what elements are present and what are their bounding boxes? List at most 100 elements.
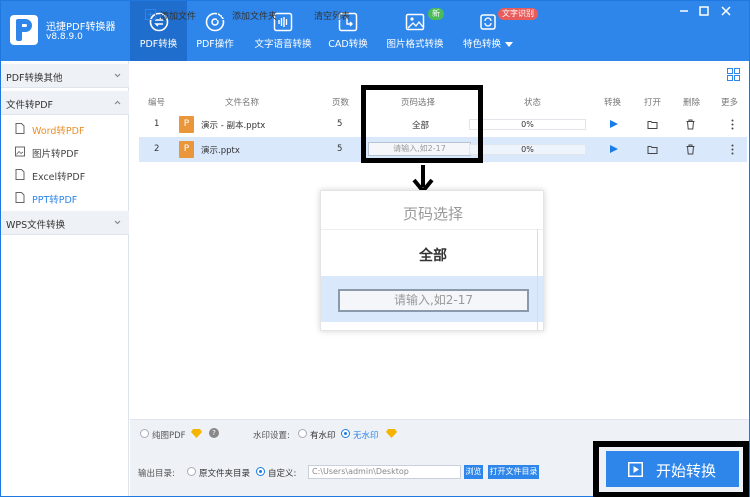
col-index: 编号 (148, 98, 166, 108)
open-folder-icon[interactable] (647, 144, 658, 155)
nav-label: PDF操作 (196, 39, 234, 50)
nav-label: 特色转换 (459, 36, 517, 50)
open-folder-button[interactable]: 打开文件目录 (488, 465, 539, 479)
chevron-down-icon (114, 73, 121, 78)
progress-bar: 0% (469, 144, 586, 155)
ppt-file-icon: P (179, 141, 194, 158)
pure-image-pdf-label: 纯图PDF (152, 431, 186, 441)
sidebar-item-ppt-to-pdf[interactable]: PPT转PDF (1, 186, 129, 209)
row-pages: 5 (337, 119, 343, 129)
zoom-page-input: 请输入,如2-17 (338, 289, 529, 312)
presentation-icon (15, 192, 25, 203)
col-open: 打开 (644, 98, 662, 108)
ocr-badge: 文字识别 (498, 8, 538, 20)
convert-play-icon[interactable] (610, 145, 618, 153)
sidebar-group-wps[interactable]: WPS文件转换 (1, 211, 129, 235)
sidebar-item-label: Word转PDF (32, 126, 85, 137)
nav-label: 图片格式转换 (386, 39, 444, 50)
image-icon (405, 13, 425, 31)
app-version: v8.8.9.0 (46, 32, 83, 42)
add-folder-label: 添加文件夹 (232, 12, 278, 22)
add-folder-icon (217, 9, 228, 20)
no-watermark-label: 无水印 (353, 431, 379, 441)
add-file-label: 添加文件 (160, 12, 197, 22)
maximize-icon[interactable] (698, 5, 710, 17)
dropdown-caret-icon (505, 42, 513, 47)
with-watermark-radio[interactable] (298, 429, 307, 438)
add-file-icon (145, 9, 156, 20)
with-watermark-label: 有水印 (310, 431, 336, 441)
nav-label: 文字语音转换 (254, 39, 312, 50)
output-path-input[interactable]: C:\Users\admin\Desktop (308, 465, 461, 479)
source-dir-label: 原文件夹目录 (199, 469, 251, 479)
sidebar-item-excel-to-pdf[interactable]: Excel转PDF (1, 163, 129, 186)
sidebar-item-label: Excel转PDF (32, 172, 86, 183)
chevron-down-icon (114, 220, 121, 225)
app-name: 迅捷PDF转换器 (46, 22, 116, 33)
convert-play-icon[interactable] (610, 120, 618, 128)
app-logo-icon (10, 15, 38, 45)
row-filename: 演示.pptx (201, 146, 240, 156)
watermark-label: 水印设置: (253, 431, 290, 441)
app-window: 迅捷PDF转换器 v8.8.9.0 PDF转换 PDF操作 文字语音转换 CAD… (0, 0, 750, 497)
spreadsheet-icon (15, 169, 25, 180)
nav-label: PDF转换 (139, 39, 178, 50)
sidebar-item-label: PPT转PDF (32, 195, 78, 206)
col-convert: 转换 (604, 98, 622, 108)
sidebar-group-label: 文件转PDF (6, 100, 54, 111)
sidebar: PDF转换其他 文件转PDF Word转PDF 图片转PDF Excel转PDF… (1, 61, 129, 496)
new-badge: 新 (428, 8, 444, 20)
more-vertical-icon[interactable] (727, 119, 738, 130)
custom-dir-radio[interactable] (256, 467, 265, 476)
col-filename: 文件名称 (225, 98, 260, 108)
row-pages: 5 (337, 144, 343, 154)
row-filename: 演示 - 副本.pptx (201, 121, 266, 131)
chevron-up-icon (114, 100, 121, 105)
grid-view-icon[interactable] (727, 68, 740, 81)
nav-label-text: 特色转换 (462, 39, 501, 50)
row-index: 1 (154, 119, 160, 129)
start-convert-label: 开始转换 (656, 462, 717, 480)
zoom-callout: 页码选择 全部 请输入,如2-17 (320, 190, 544, 331)
special-convert-icon (480, 14, 496, 30)
row-index: 2 (154, 144, 160, 154)
divider (537, 229, 538, 330)
sidebar-group-pdf-to-other[interactable]: PDF转换其他 (1, 64, 129, 88)
sidebar-item-word-to-pdf[interactable]: Word转PDF (1, 117, 129, 140)
vip-gem-icon (191, 429, 202, 438)
vip-gem-icon (386, 429, 397, 438)
image-file-icon (15, 146, 25, 157)
close-icon[interactable] (720, 5, 732, 17)
clear-list-icon (299, 9, 310, 20)
clear-list-label: 清空列表 (314, 12, 351, 22)
start-convert-button[interactable]: 开始转换 (606, 451, 739, 487)
progress-text: 0% (521, 145, 534, 154)
sidebar-group-file-to-pdf[interactable]: 文件转PDF (1, 91, 129, 115)
minimize-icon[interactable] (678, 5, 690, 17)
highlight-frame (361, 85, 483, 163)
ppt-file-icon: P (179, 116, 194, 133)
sidebar-item-image-to-pdf[interactable]: 图片转PDF (1, 140, 129, 163)
zoom-title: 页码选择 (402, 205, 463, 223)
play-square-icon (628, 462, 643, 477)
delete-trash-icon[interactable] (685, 144, 696, 155)
delete-trash-icon[interactable] (685, 119, 696, 130)
open-folder-icon[interactable] (647, 119, 658, 130)
browse-button[interactable]: 浏览 (464, 465, 483, 479)
no-watermark-radio[interactable] (341, 429, 350, 438)
title-bar: 迅捷PDF转换器 v8.8.9.0 PDF转换 PDF操作 文字语音转换 CAD… (1, 1, 749, 61)
custom-dir-label: 自定义: (268, 469, 297, 479)
output-dir-label: 输出目录: (138, 469, 175, 479)
progress-bar: 0% (469, 119, 586, 130)
pure-image-pdf-checkbox[interactable] (140, 429, 149, 438)
help-icon[interactable]: ? (209, 428, 219, 438)
zoom-value: 全部 (419, 248, 447, 264)
progress-text: 0% (521, 120, 534, 129)
col-pages: 页数 (332, 98, 350, 108)
sidebar-item-label: 图片转PDF (32, 149, 80, 160)
source-dir-radio[interactable] (187, 467, 196, 476)
sidebar-group-label: PDF转换其他 (6, 73, 63, 84)
divider (321, 229, 543, 230)
col-status: 状态 (524, 98, 542, 108)
more-vertical-icon[interactable] (727, 144, 738, 155)
